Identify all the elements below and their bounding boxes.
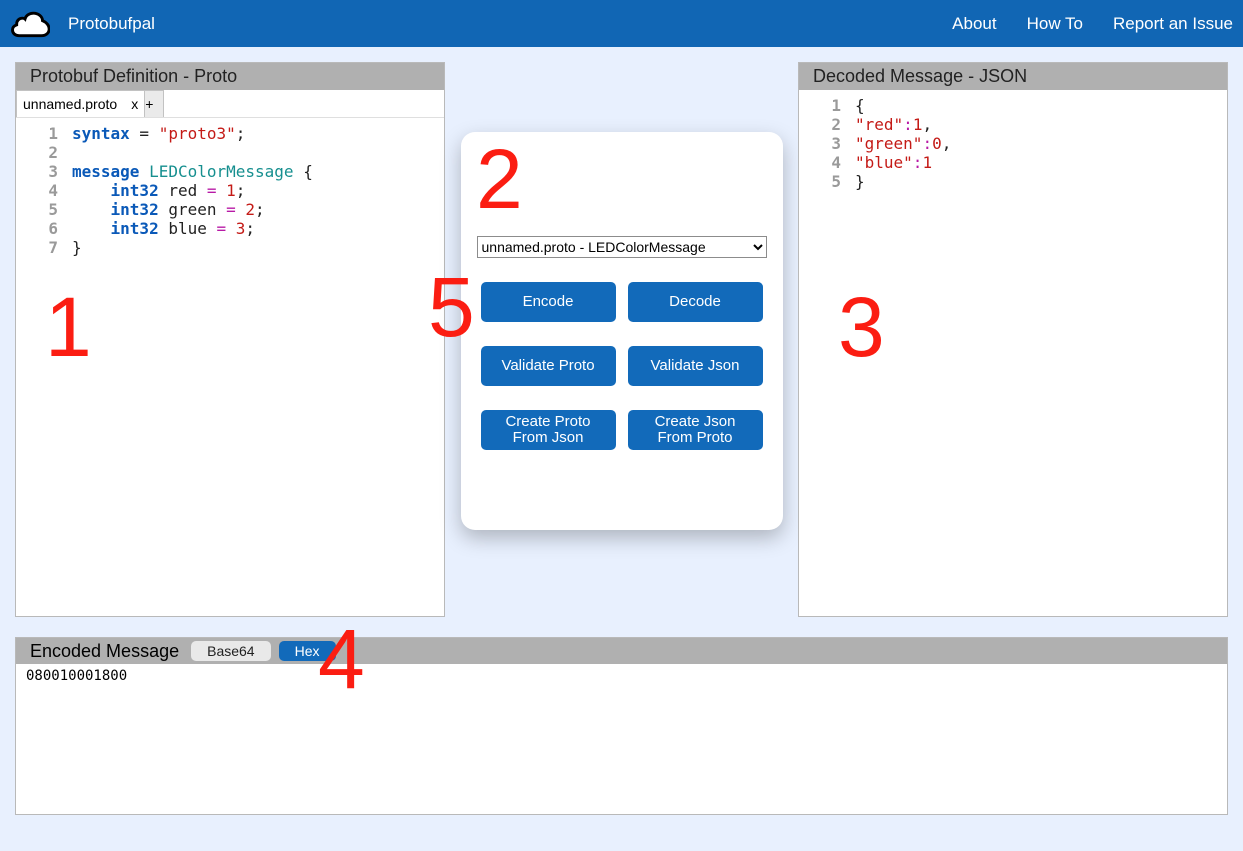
decoded-message-panel: Decoded Message - JSON 1 2 3 4 5 { "red"… (798, 62, 1228, 617)
nav-howto[interactable]: How To (1027, 14, 1083, 34)
tab-unnamed-proto[interactable]: unnamed.proto (16, 90, 125, 117)
tab-add-button[interactable]: + (144, 90, 164, 117)
ln: 4 (803, 153, 841, 172)
ln: 5 (803, 172, 841, 191)
encode-button[interactable]: Encode (481, 282, 616, 322)
proto-definition-panel: Protobuf Definition - Proto unnamed.prot… (15, 62, 445, 617)
json-gutter: 1 2 3 4 5 (803, 96, 855, 616)
proto-code: syntax = "proto3"; message LEDColorMessa… (72, 124, 444, 616)
nav-report[interactable]: Report an Issue (1113, 14, 1233, 34)
app-header: Protobufpal About How To Report an Issue (0, 0, 1243, 47)
ln: 3 (20, 162, 58, 181)
logo-icon (10, 6, 50, 41)
message-type-select[interactable]: unnamed.proto - LEDColorMessage (477, 236, 767, 258)
action-card: unnamed.proto - LEDColorMessage Encode D… (461, 132, 783, 530)
proto-gutter: 1 2 3 4 5 6 7 (20, 124, 72, 616)
proto-panel-title: Protobuf Definition - Proto (16, 63, 444, 90)
json-code: { "red":1, "green":0, "blue":1 } (855, 96, 1227, 616)
ln: 4 (20, 181, 58, 200)
ln: 3 (803, 134, 841, 153)
decode-button[interactable]: Decode (628, 282, 763, 322)
nav-about[interactable]: About (952, 14, 996, 34)
ln: 7 (20, 238, 58, 257)
encoded-output[interactable]: 080010001800 (16, 664, 1227, 814)
create-proto-button[interactable]: Create Proto From Json (481, 410, 616, 450)
encoded-title: Encoded Message (30, 641, 179, 662)
ln: 6 (20, 219, 58, 238)
center-column: unnamed.proto - LEDColorMessage Encode D… (445, 62, 798, 617)
encoding-tab-hex[interactable]: Hex (279, 641, 336, 661)
tab-close-button[interactable]: x (125, 90, 144, 117)
encoded-header: Encoded Message Base64 Hex (16, 638, 1227, 664)
validate-proto-button[interactable]: Validate Proto (481, 346, 616, 386)
ln: 1 (803, 96, 841, 115)
json-editor[interactable]: 1 2 3 4 5 { "red":1, "green":0, "blue":1… (799, 90, 1227, 616)
proto-editor[interactable]: 1 2 3 4 5 6 7 syntax = "proto3"; message… (16, 118, 444, 616)
encoding-tab-base64[interactable]: Base64 (191, 641, 270, 661)
encoded-message-panel: Encoded Message Base64 Hex 080010001800 (15, 637, 1228, 815)
nav-links: About How To Report an Issue (952, 14, 1241, 34)
validate-json-button[interactable]: Validate Json (628, 346, 763, 386)
ln: 5 (20, 200, 58, 219)
app-title: Protobufpal (68, 14, 952, 34)
create-json-button[interactable]: Create Json From Proto (628, 410, 763, 450)
action-buttons: Encode Decode Validate Proto Validate Js… (477, 282, 767, 450)
decoded-panel-title: Decoded Message - JSON (799, 63, 1227, 90)
ln: 2 (20, 143, 58, 162)
ln: 1 (20, 124, 58, 143)
proto-tabs: unnamed.proto x + (16, 90, 444, 118)
ln: 2 (803, 115, 841, 134)
